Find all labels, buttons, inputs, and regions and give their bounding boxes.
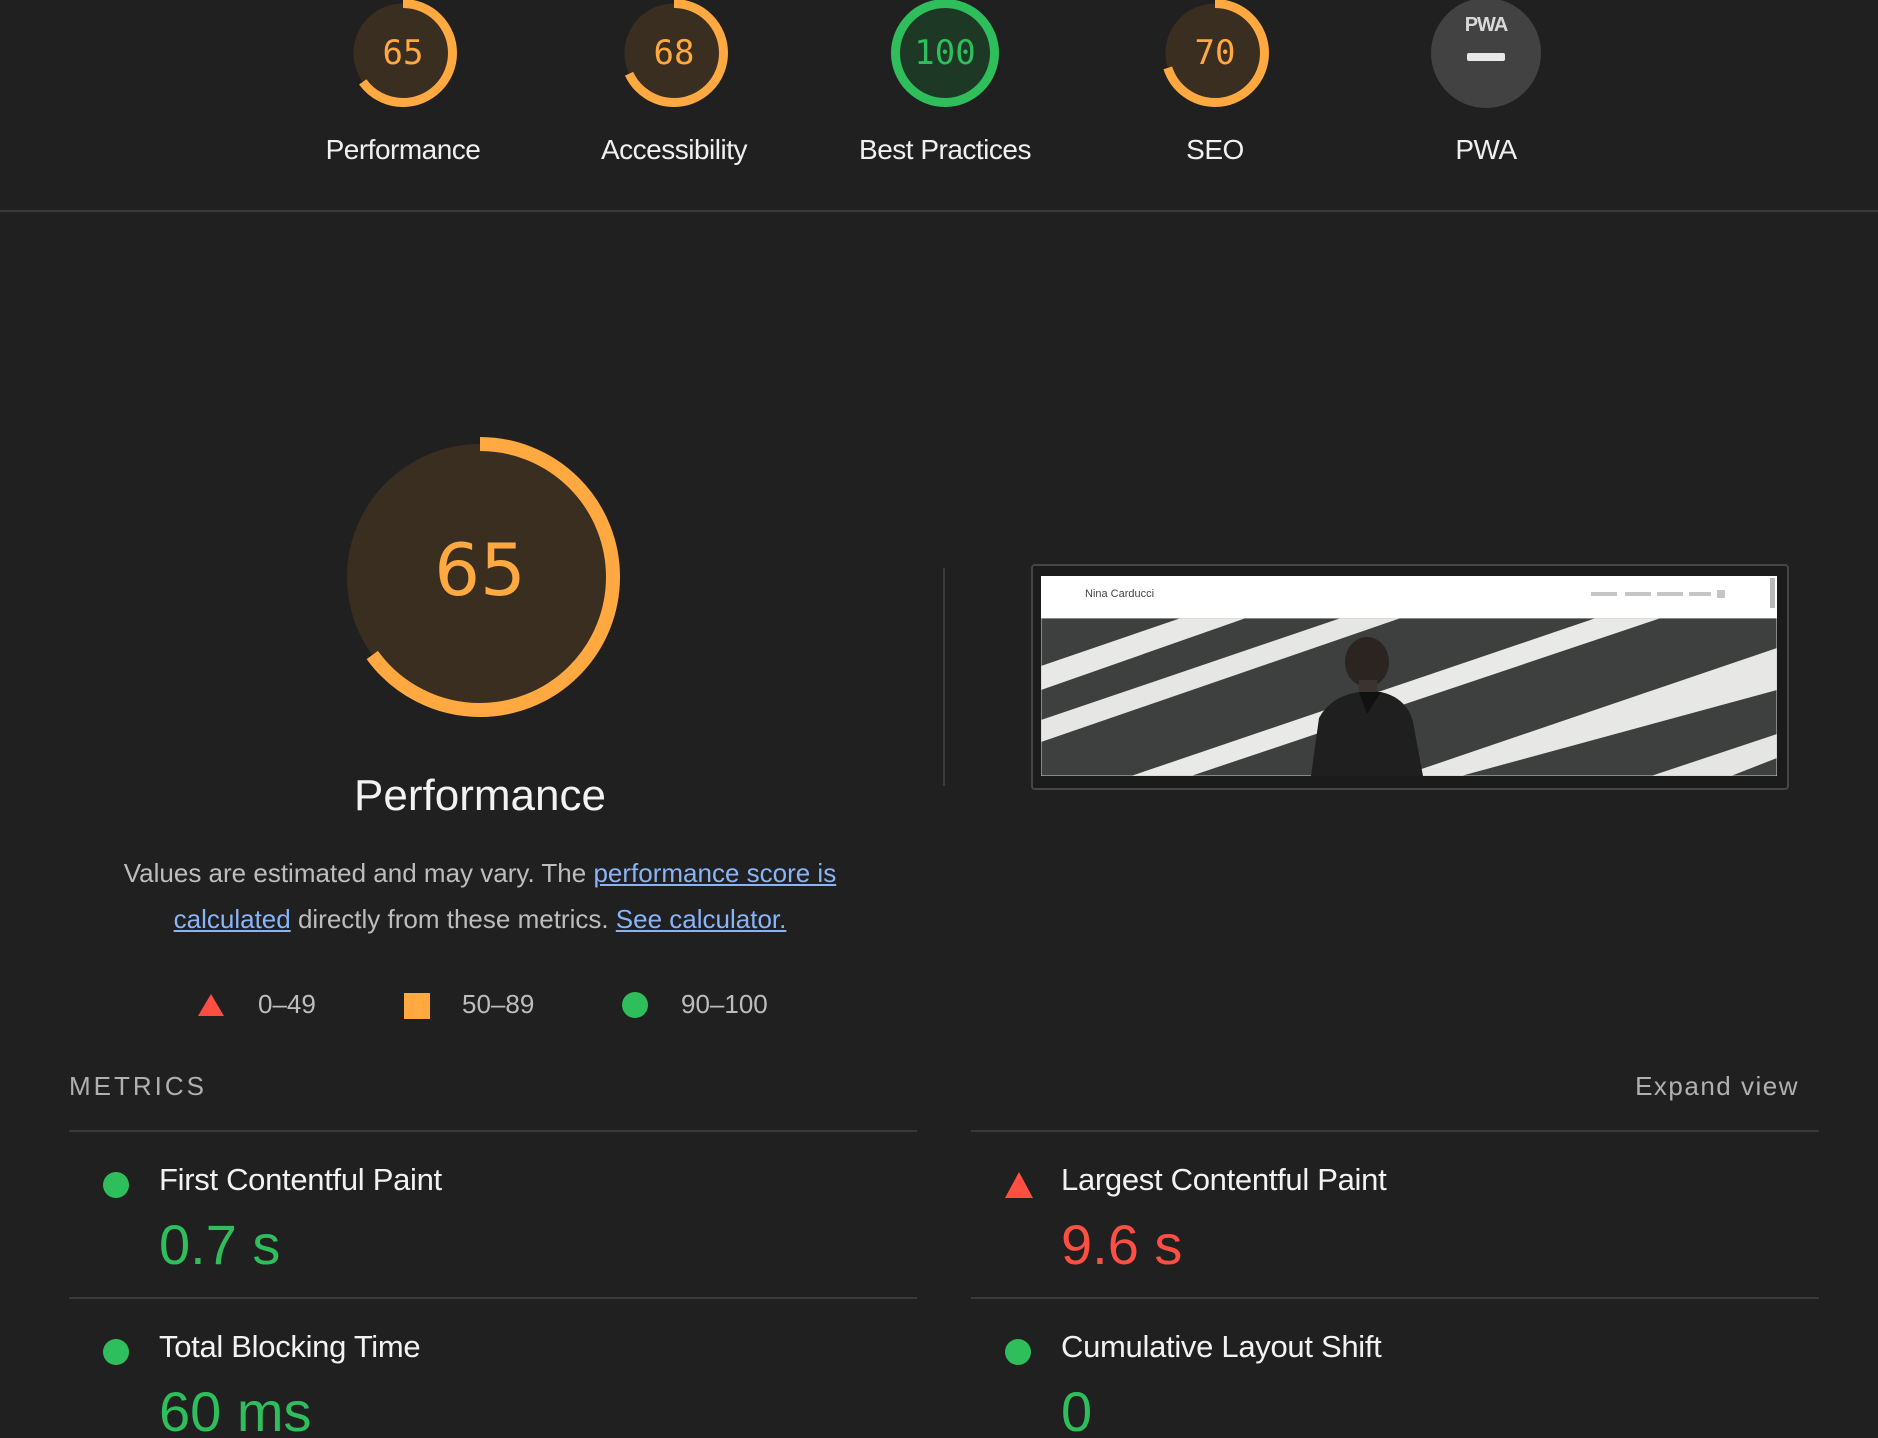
score-gauges: 65 Performance 68 Accessibility 100 Best… xyxy=(0,0,1878,210)
pass-circle-icon xyxy=(103,1339,129,1365)
gauge-seo[interactable]: 70 SEO xyxy=(1095,0,1335,210)
gauge-label: Best Practices xyxy=(859,134,1031,165)
metric-value: 9.6 s xyxy=(1061,1213,1183,1276)
hero-image xyxy=(1041,618,1777,776)
legend-fail: 0–49 xyxy=(196,984,336,1024)
circle-icon xyxy=(622,992,648,1018)
gauge-label: Performance xyxy=(325,134,481,165)
screenshot-scrollbar xyxy=(1770,578,1775,608)
site-name: Nina Carducci xyxy=(1085,588,1155,600)
site-navbar: Nina Carducci xyxy=(1041,576,1777,618)
nav-item xyxy=(1689,592,1711,596)
metrics-divider xyxy=(971,1130,1819,1132)
nav-item xyxy=(1625,592,1651,596)
legend-average: 50–89 xyxy=(403,984,563,1024)
fail-triangle-icon xyxy=(1005,1172,1033,1198)
instagram-icon xyxy=(1717,590,1725,598)
top-divider xyxy=(0,210,1878,212)
description-text: directly from these metrics. xyxy=(290,904,616,934)
gauge-score: 100 xyxy=(914,33,976,73)
metric-value: 0.7 s xyxy=(159,1213,281,1276)
performance-score: 65 xyxy=(434,528,526,612)
gauge-pwa[interactable]: PWA PWA xyxy=(1366,0,1606,210)
gauge-best-practices[interactable]: 100 Best Practices xyxy=(825,0,1065,210)
legend-range: 50–89 xyxy=(462,989,535,1019)
performance-description: Values are estimated and may vary. The p… xyxy=(90,850,870,942)
gauge-score: 65 xyxy=(382,33,424,73)
metric-value: 60 ms xyxy=(159,1380,312,1438)
metric-name: Total Blocking Time xyxy=(159,1329,421,1364)
gauge-label: SEO xyxy=(1186,134,1244,165)
metric-largest-contentful-paint: Largest Contentful Paint 9.6 s xyxy=(971,1148,1819,1314)
legend-pass: 90–100 xyxy=(621,984,801,1024)
pwa-badge-icon: PWA xyxy=(1431,0,1541,108)
pass-circle-icon xyxy=(103,1172,129,1198)
gauge-score: 70 xyxy=(1194,33,1236,73)
gauge-score: 68 xyxy=(653,33,695,73)
metric-total-blocking-time: Total Blocking Time 60 ms xyxy=(69,1315,917,1438)
lighthouse-report: 65 Performance 68 Accessibility 100 Best… xyxy=(0,0,1878,1438)
legend-range: 90–100 xyxy=(681,989,768,1019)
pass-circle-icon xyxy=(1005,1339,1031,1365)
metric-value: 0 xyxy=(1061,1380,1093,1438)
gauge-performance[interactable]: 65 Performance xyxy=(283,0,523,210)
metric-cumulative-layout-shift: Cumulative Layout Shift 0 xyxy=(971,1315,1819,1438)
nav-item xyxy=(1591,592,1617,596)
gauge-label: Accessibility xyxy=(601,134,747,165)
metric-name: Cumulative Layout Shift xyxy=(1061,1329,1382,1364)
metrics-header: METRICS xyxy=(69,1071,207,1101)
metrics-divider xyxy=(69,1130,917,1132)
metric-first-contentful-paint: First Contentful Paint 0.7 s xyxy=(69,1148,917,1314)
pwa-dash-icon xyxy=(1467,53,1505,61)
final-screenshot[interactable]: Nina Carducci xyxy=(1031,564,1789,790)
gauge-label: PWA xyxy=(1455,134,1517,165)
metric-name: First Contentful Paint xyxy=(159,1162,442,1197)
metric-name: Largest Contentful Paint xyxy=(1061,1162,1387,1197)
nav-item xyxy=(1657,592,1683,596)
description-text: Values are estimated and may vary. The xyxy=(123,858,594,888)
metrics-divider xyxy=(69,1297,917,1299)
legend-range: 0–49 xyxy=(258,989,316,1019)
see-calculator-link[interactable]: See calculator. xyxy=(616,904,787,934)
square-icon xyxy=(404,993,430,1019)
performance-title: Performance xyxy=(354,771,606,820)
screenshot-image: Nina Carducci xyxy=(1041,576,1777,776)
pwa-badge-text: PWA xyxy=(1464,14,1509,36)
triangle-icon xyxy=(198,994,224,1016)
expand-view-toggle[interactable]: Expand view xyxy=(1635,1071,1799,1102)
gauge-accessibility[interactable]: 68 Accessibility xyxy=(554,0,794,210)
metrics-divider xyxy=(971,1297,1819,1299)
vertical-divider xyxy=(943,568,945,786)
